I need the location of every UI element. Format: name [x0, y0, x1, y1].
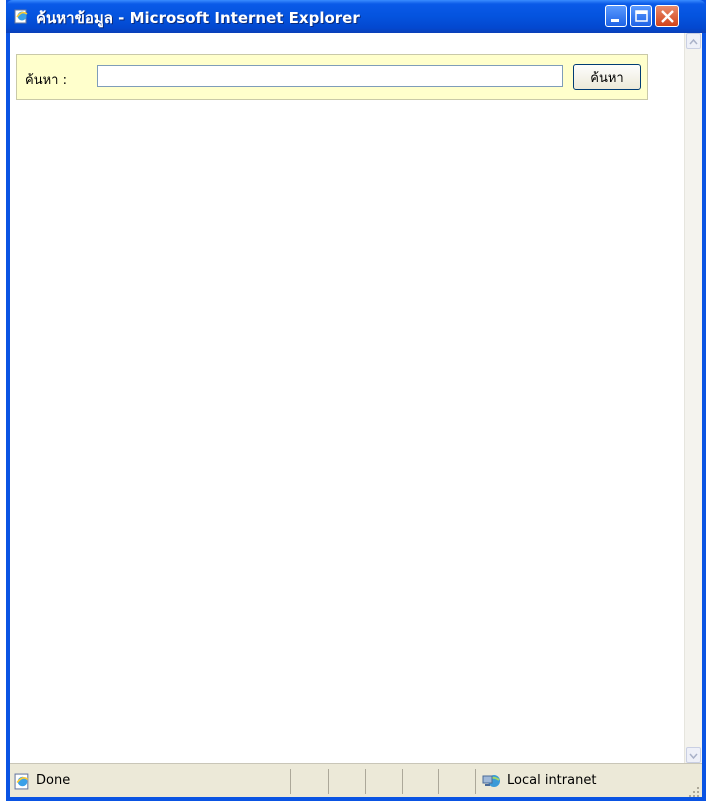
status-divider — [475, 769, 476, 794]
scroll-down-button[interactable] — [686, 747, 701, 763]
ie-page-icon — [14, 8, 30, 24]
local-intranet-icon — [482, 772, 502, 790]
status-bar: Done Local intranet — [10, 763, 702, 797]
status-divider — [290, 769, 291, 794]
status-text: Done — [36, 773, 71, 788]
vertical-scrollbar[interactable] — [684, 33, 702, 763]
search-panel: ค้นหา : ค้นหา — [16, 54, 648, 100]
content-area: ค้นหา : ค้นหา — [10, 33, 702, 763]
search-button[interactable]: ค้นหา — [573, 64, 641, 90]
zone-text: Local intranet — [507, 773, 597, 788]
status-divider — [438, 769, 439, 794]
resize-grip[interactable] — [688, 783, 700, 797]
status-divider — [365, 769, 366, 794]
search-label: ค้นหา : — [25, 73, 67, 88]
window-title: ค้นหาข้อมูล - Microsoft Internet Explore… — [36, 9, 360, 27]
scroll-up-button[interactable] — [686, 33, 701, 49]
minimize-button[interactable] — [605, 5, 627, 27]
title-bar[interactable]: ค้นหาข้อมูล - Microsoft Internet Explore… — [6, 0, 706, 33]
ie-page-icon — [14, 773, 31, 790]
maximize-button[interactable] — [630, 5, 652, 27]
close-button[interactable] — [655, 5, 679, 27]
search-input[interactable] — [97, 65, 563, 87]
status-divider — [402, 769, 403, 794]
status-divider — [328, 769, 329, 794]
browser-window: ค้นหาข้อมูล - Microsoft Internet Explore… — [6, 0, 706, 801]
